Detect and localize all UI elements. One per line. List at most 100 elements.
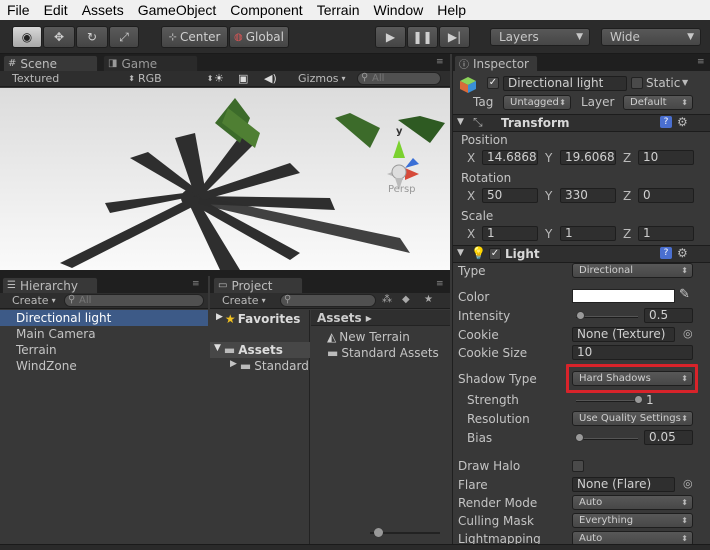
zoom-slider-knob[interactable] (374, 528, 383, 537)
cookie-size-field[interactable]: 10 (572, 345, 693, 360)
resolution-dropdown[interactable]: Use Quality Settings ⬍ (572, 411, 693, 426)
bias-slider-knob[interactable] (575, 433, 585, 442)
position-y-field[interactable]: 19.60682 (560, 150, 616, 165)
layer-dropdown[interactable]: Default ⬍ (623, 95, 693, 110)
light-enabled-checkbox[interactable]: ✓ (489, 248, 501, 260)
draw-halo-checkbox[interactable] (572, 460, 584, 472)
tab-game[interactable]: ◨ Game (103, 55, 198, 71)
view-tool-button[interactable]: ◉ (12, 26, 42, 48)
project-create-dropdown[interactable]: Create ▾ (222, 294, 266, 307)
move-tool-button[interactable]: ✥ (43, 26, 75, 48)
gear-icon[interactable]: ⚙ (677, 246, 688, 260)
intensity-slider-knob[interactable] (575, 311, 585, 320)
scene-viewport[interactable]: y Persp (0, 88, 450, 270)
hierarchy-search-input[interactable]: All (64, 294, 204, 307)
rotation-z-field[interactable]: 0 (638, 188, 694, 203)
panel-menu-icon[interactable]: ≡ (192, 279, 200, 289)
panel-menu-icon[interactable]: ≡ (436, 279, 444, 289)
gear-icon[interactable]: ⚙ (677, 115, 688, 129)
strength-slider-knob[interactable] (634, 395, 643, 404)
step-button[interactable]: ▶| (439, 26, 470, 48)
favorites-node[interactable]: ▶ ★ Favorites (216, 312, 300, 326)
panel-menu-icon[interactable]: ≡ (436, 57, 444, 67)
menu-window[interactable]: Window (366, 2, 430, 18)
layout-dropdown[interactable]: Wide ▼ (601, 28, 701, 46)
hierarchy-item-terrain[interactable]: Terrain (16, 343, 57, 357)
hierarchy-item-main-camera[interactable]: Main Camera (16, 327, 96, 341)
scene-search-input[interactable]: All (357, 72, 441, 85)
effects-toggle[interactable]: ▣ (238, 72, 248, 85)
menu-component[interactable]: Component (223, 2, 309, 18)
lighting-toggle[interactable]: ☀ (214, 72, 224, 85)
tab-hierarchy[interactable]: ☰ Hierarchy (2, 277, 98, 293)
tab-scene[interactable]: # Scene (3, 55, 98, 71)
rotation-label: Rotation (461, 171, 512, 185)
eyedropper-icon[interactable]: ✎ (679, 287, 690, 302)
transform-section-header[interactable]: ▼ ⤡ Transform ? ⚙ (453, 114, 710, 132)
menu-help[interactable]: Help (430, 2, 473, 18)
panel-menu-icon[interactable]: ≡ (697, 57, 705, 67)
rotation-y-field[interactable]: 330 (560, 188, 616, 203)
gizmos-dropdown[interactable]: Gizmos ▾ (298, 72, 346, 85)
rotate-tool-button[interactable]: ↻ (76, 26, 108, 48)
play-button[interactable]: ▶ (375, 26, 406, 48)
help-icon[interactable]: ? (660, 116, 672, 128)
menu-edit[interactable]: Edit (37, 2, 75, 18)
strength-slider[interactable] (576, 400, 638, 402)
rotation-x-field[interactable]: 50 (482, 188, 538, 203)
render-mode-dropdown[interactable]: Auto ⬍ (572, 495, 693, 510)
color-label: Color (458, 290, 490, 304)
pivot-center-button[interactable]: ⊹ Center (161, 26, 228, 48)
object-picker-icon[interactable]: ◎ (683, 327, 693, 340)
scale-z-field[interactable]: 1 (638, 226, 694, 241)
color-mode-dropdown[interactable]: RGB ⬍ (138, 72, 213, 85)
menu-gameobject[interactable]: GameObject (131, 2, 224, 18)
standard-node[interactable]: ▶ ▬ Standard (230, 359, 309, 373)
audio-toggle[interactable]: ◀) (264, 72, 277, 85)
scale-tool-button[interactable]: ⤢ (109, 26, 139, 48)
active-checkbox[interactable]: ✓ (487, 77, 499, 89)
help-icon[interactable]: ? (660, 247, 672, 259)
favorite-star-icon[interactable]: ★ (424, 294, 433, 305)
cookie-field[interactable]: None (Texture) (572, 327, 675, 342)
strength-value[interactable]: 1 (646, 393, 654, 407)
filter-label-icon[interactable]: ◆ (402, 294, 410, 305)
gameobject-name-field[interactable]: Directional light (503, 76, 627, 91)
pause-button[interactable]: ❚❚ (407, 26, 438, 48)
hierarchy-create-dropdown[interactable]: Create ▾ (12, 294, 56, 307)
hierarchy-item-directional-light[interactable]: Directional light (16, 311, 111, 325)
bias-field[interactable]: 0.05 (644, 430, 693, 445)
asset-item-new-terrain[interactable]: ◭ New Terrain (327, 330, 410, 344)
assets-node[interactable]: ▼ ▬ Assets (214, 343, 283, 357)
tab-inspector[interactable]: ⓘ Inspector (454, 55, 538, 71)
tab-project[interactable]: ▭ Project (213, 277, 303, 293)
menu-file[interactable]: File (0, 2, 37, 18)
light-section-header[interactable]: ▼ 💡 ✓ Light ? ⚙ (453, 245, 710, 263)
pivot-global-button[interactable]: ◍ Global (229, 26, 289, 48)
light-type-dropdown[interactable]: Directional ⬍ (572, 263, 693, 278)
filter-type-icon[interactable]: ⁂ (382, 294, 392, 305)
hierarchy-item-windzone[interactable]: WindZone (16, 359, 77, 373)
static-checkbox[interactable] (631, 77, 643, 89)
position-z-field[interactable]: 10 (638, 150, 694, 165)
flare-field[interactable]: None (Flare) (572, 477, 675, 492)
layers-dropdown[interactable]: Layers ▼ (490, 28, 590, 46)
tag-dropdown[interactable]: Untagged ⬍ (503, 95, 571, 110)
intensity-slider[interactable] (576, 316, 638, 318)
scale-x-field[interactable]: 1 (482, 226, 538, 241)
dropdown-arrow-icon[interactable]: ▼ (682, 78, 688, 87)
bias-slider[interactable] (576, 438, 638, 440)
scale-y-field[interactable]: 1 (560, 226, 616, 241)
breadcrumb-assets[interactable]: Assets ▸ (317, 311, 372, 325)
asset-item-standard-assets[interactable]: ▬ Standard Assets (327, 346, 439, 360)
light-color-swatch[interactable] (572, 289, 675, 303)
menu-terrain[interactable]: Terrain (310, 2, 367, 18)
project-search-input[interactable] (280, 294, 376, 307)
intensity-field[interactable]: 0.5 (644, 308, 693, 323)
object-picker-icon[interactable]: ◎ (683, 477, 693, 490)
position-x-field[interactable]: 14.6868 (482, 150, 538, 165)
light-title: Light (505, 247, 540, 261)
culling-mask-dropdown[interactable]: Everything ⬍ (572, 513, 693, 528)
render-mode-dropdown[interactable]: Textured ⬍ (12, 72, 135, 85)
menu-assets[interactable]: Assets (75, 2, 131, 18)
